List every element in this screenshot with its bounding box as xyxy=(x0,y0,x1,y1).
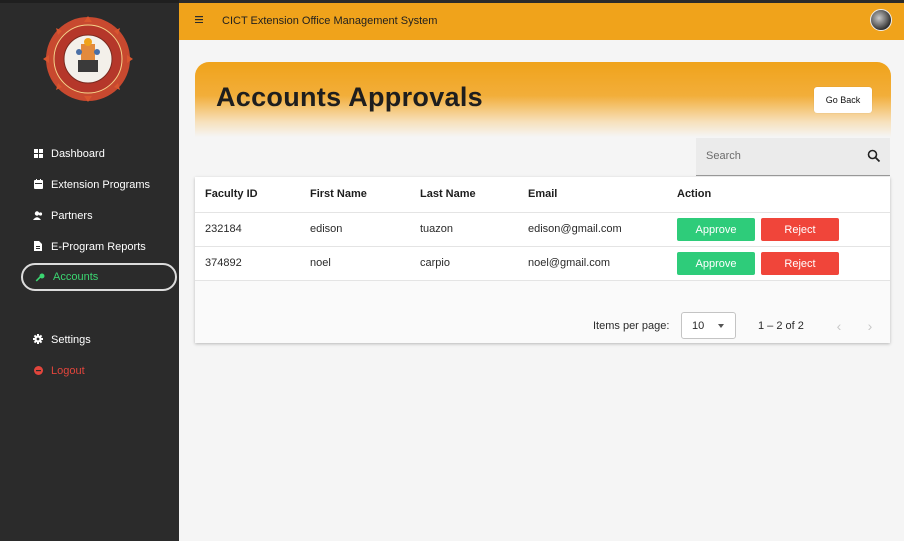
page-size-select[interactable]: 10 xyxy=(681,312,736,339)
reject-button[interactable]: Reject xyxy=(761,218,839,241)
document-icon xyxy=(33,241,43,251)
first-name-cell: noel xyxy=(310,257,331,269)
sidebar-item-label: Extension Programs xyxy=(51,178,151,191)
column-header-email[interactable]: Email xyxy=(528,188,557,200)
column-header-first-name[interactable]: First Name xyxy=(310,188,367,200)
top-bar: CICT Extension Office Management System xyxy=(179,0,904,40)
gear-icon xyxy=(33,334,43,344)
avatar[interactable] xyxy=(870,9,892,31)
table-row: 232184 edison tuazon edison@gmail.com Ap… xyxy=(195,213,890,247)
faculty-id-cell: 232184 xyxy=(205,223,242,235)
sidebar-item-accounts[interactable]: Accounts xyxy=(21,263,177,291)
page-title: Accounts Approvals xyxy=(216,82,483,112)
search-placeholder: Search xyxy=(706,150,741,162)
sidebar-item-e-program-reports[interactable]: E-Program Reports xyxy=(0,231,179,262)
sidebar-item-label: Logout xyxy=(51,364,85,377)
sidebar: Dashboard Extension Programs Partners E-… xyxy=(0,0,179,541)
column-header-last-name[interactable]: Last Name xyxy=(420,188,476,200)
sidebar-nav: Dashboard Extension Programs Partners E-… xyxy=(0,138,179,386)
chevron-left-icon[interactable]: ‹ xyxy=(833,318,845,334)
sidebar-item-extension-programs[interactable]: Extension Programs xyxy=(0,169,179,200)
logout-icon xyxy=(33,365,43,375)
calendar-icon xyxy=(33,179,43,189)
last-name-cell: tuazon xyxy=(420,223,454,235)
table-header: Faculty ID First Name Last Name Email Ac… xyxy=(195,177,890,213)
accounts-table: Faculty ID First Name Last Name Email Ac… xyxy=(195,177,890,343)
reject-button[interactable]: Reject xyxy=(761,252,839,275)
dropdown-arrow-icon xyxy=(718,324,724,328)
chevron-right-icon[interactable]: › xyxy=(864,318,876,334)
go-back-button[interactable]: Go Back xyxy=(814,87,872,113)
search-input[interactable]: Search xyxy=(696,138,890,176)
sidebar-item-label: Accounts xyxy=(53,271,99,283)
menu-icon[interactable] xyxy=(195,14,205,26)
column-header-faculty-id[interactable]: Faculty ID xyxy=(205,188,258,200)
sidebar-item-label: Partners xyxy=(51,209,93,222)
approve-button[interactable]: Approve xyxy=(677,252,755,275)
page-header: Accounts Approvals Go Back xyxy=(195,62,891,137)
page-size-value: 10 xyxy=(692,320,705,332)
column-header-action: Action xyxy=(677,188,712,200)
items-per-page-label: Items per page: xyxy=(593,320,670,332)
sidebar-item-dashboard[interactable]: Dashboard xyxy=(0,138,179,169)
paginator: Items per page: 10 1 – 2 of 2 ‹ › xyxy=(195,281,890,343)
users-icon xyxy=(33,210,43,220)
page-range-label: 1 – 2 of 2 xyxy=(758,320,804,332)
sidebar-item-logout[interactable]: Logout xyxy=(0,355,179,386)
sidebar-item-label: Settings xyxy=(51,333,91,346)
email-cell: noel@gmail.com xyxy=(528,257,611,269)
first-name-cell: edison xyxy=(310,223,343,235)
sidebar-top-border xyxy=(0,0,179,3)
sidebar-item-settings[interactable]: Settings xyxy=(0,324,179,355)
sidebar-item-label: E-Program Reports xyxy=(51,240,146,253)
sidebar-item-label: Dashboard xyxy=(51,147,105,160)
dashboard-icon xyxy=(33,148,43,158)
key-icon xyxy=(35,273,45,283)
table-row: 374892 noel carpio noel@gmail.com Approv… xyxy=(195,247,890,281)
faculty-id-cell: 374892 xyxy=(205,257,242,269)
app-title: CICT Extension Office Management System xyxy=(222,15,438,27)
email-cell: edison@gmail.com xyxy=(528,223,622,235)
sidebar-item-partners[interactable]: Partners xyxy=(0,200,179,231)
university-logo xyxy=(43,16,133,102)
search-icon[interactable] xyxy=(867,149,881,163)
approve-button[interactable]: Approve xyxy=(677,218,755,241)
last-name-cell: carpio xyxy=(420,257,450,269)
